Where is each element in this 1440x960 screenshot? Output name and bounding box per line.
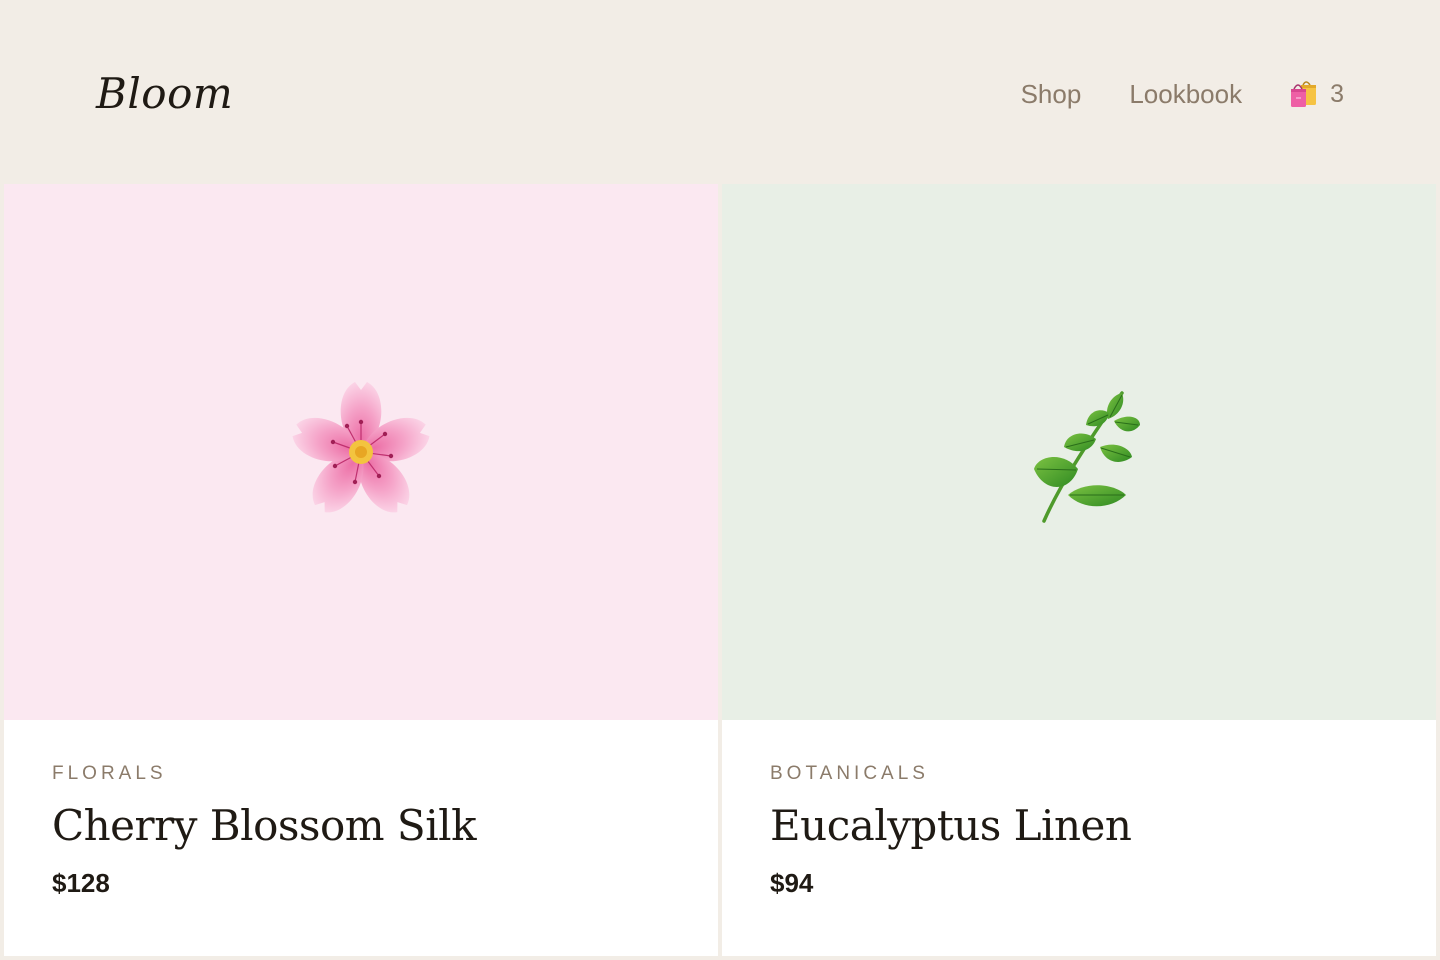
- product-info: BOTANICALS Eucalyptus Linen $94: [722, 720, 1436, 900]
- product-image: [4, 184, 718, 720]
- cherry-blossom-icon: [286, 377, 436, 527]
- product-info: FLORALS Cherry Blossom Silk $128: [4, 720, 718, 900]
- product-title[interactable]: Cherry Blossom Silk: [52, 798, 670, 854]
- product-grid: FLORALS Cherry Blossom Silk $128 BOTANIC…: [4, 184, 1436, 956]
- product-price: $94: [770, 868, 814, 898]
- site-header: Bloom Shop Lookbook 3: [0, 0, 1440, 184]
- shopping-bags-icon: [1290, 79, 1318, 109]
- cart-count: 3: [1330, 80, 1344, 108]
- herb-leaf-icon: [1004, 377, 1154, 527]
- product-category: FLORALS: [52, 763, 167, 784]
- product-card[interactable]: BOTANICALS Eucalyptus Linen $94: [722, 184, 1436, 956]
- nav-lookbook-link[interactable]: Lookbook: [1129, 76, 1242, 112]
- nav-shop-link[interactable]: Shop: [1021, 76, 1082, 112]
- product-card[interactable]: FLORALS Cherry Blossom Silk $128: [4, 184, 718, 956]
- cart-button[interactable]: 3: [1290, 76, 1344, 112]
- main-nav: Shop Lookbook 3: [1021, 76, 1344, 112]
- product-price: $128: [52, 868, 110, 898]
- product-title[interactable]: Eucalyptus Linen: [770, 798, 1388, 854]
- product-category: BOTANICALS: [770, 763, 929, 784]
- brand-logo[interactable]: Bloom: [96, 66, 233, 122]
- product-image: [722, 184, 1436, 720]
